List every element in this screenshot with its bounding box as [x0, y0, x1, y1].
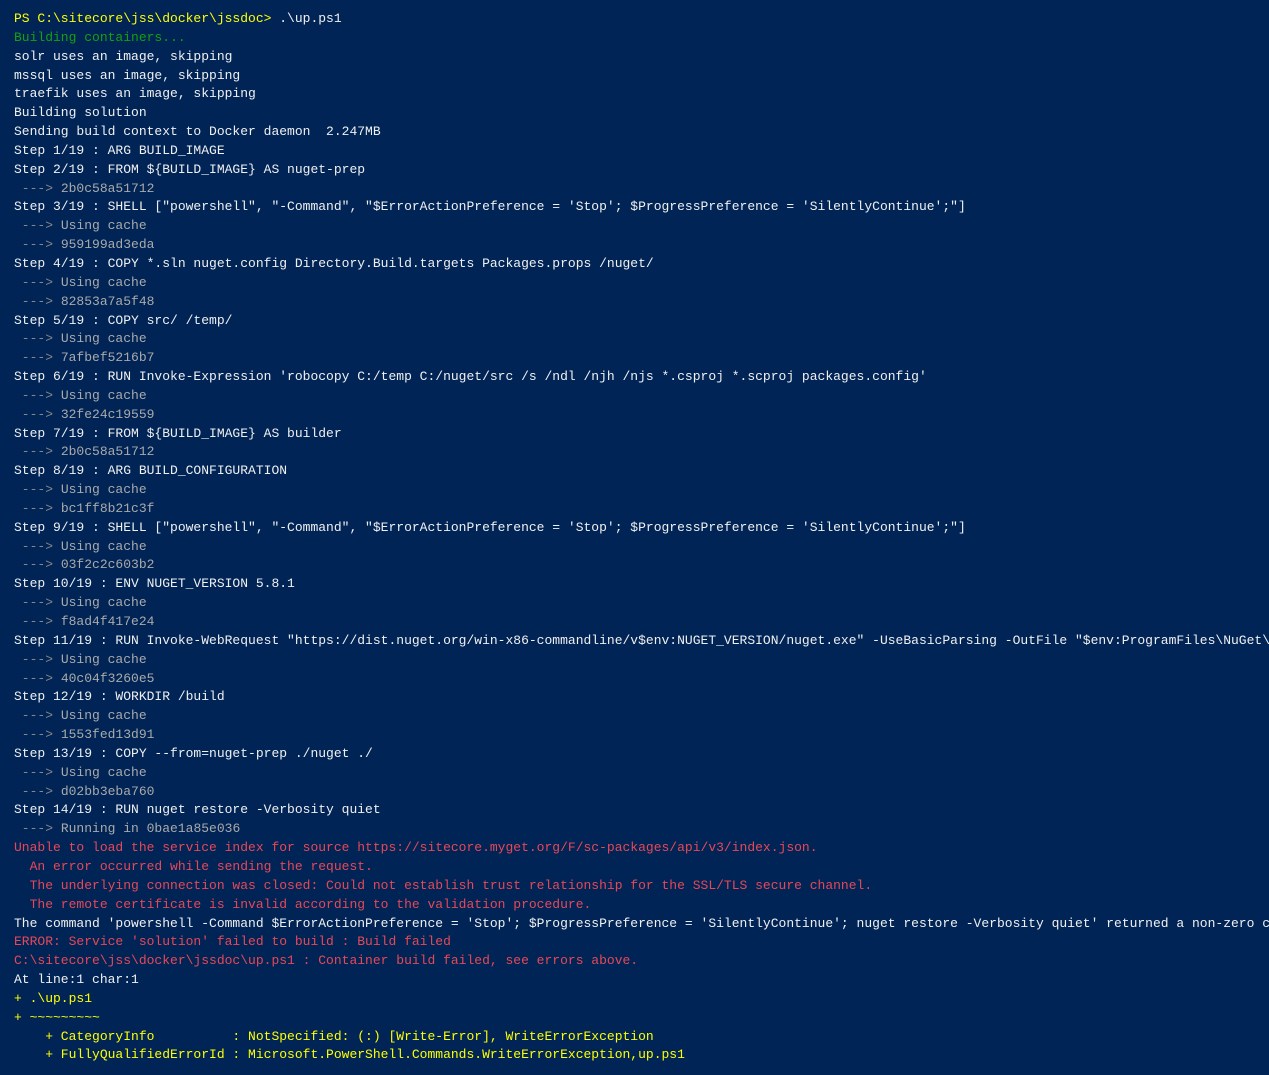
terminal-line: The remote certificate is invalid accord…: [14, 896, 1255, 915]
terminal-line: Building containers...: [14, 29, 1255, 48]
terminal-line: ERROR: Service 'solution' failed to buil…: [14, 933, 1255, 952]
terminal-line: Step 9/19 : SHELL ["powershell", "-Comma…: [14, 519, 1255, 538]
terminal-line: ---> Running in 0bae1a85e036: [14, 820, 1255, 839]
terminal-line: ---> d02bb3eba760: [14, 783, 1255, 802]
terminal-line: mssql uses an image, skipping: [14, 67, 1255, 86]
terminal-line: ---> Using cache: [14, 764, 1255, 783]
terminal-line: ---> f8ad4f417e24: [14, 613, 1255, 632]
terminal-line: ---> Using cache: [14, 217, 1255, 236]
terminal-line: ---> Using cache: [14, 387, 1255, 406]
terminal-line: ---> 2b0c58a51712: [14, 443, 1255, 462]
terminal-line: ---> Using cache: [14, 330, 1255, 349]
terminal-line: ---> 1553fed13d91: [14, 726, 1255, 745]
terminal-line: + ~~~~~~~~~: [14, 1009, 1255, 1028]
terminal-line: Step 12/19 : WORKDIR /build: [14, 688, 1255, 707]
terminal-line: At line:1 char:1: [14, 971, 1255, 990]
terminal-line: + .\up.ps1: [14, 990, 1255, 1009]
terminal-line: An error occurred while sending the requ…: [14, 858, 1255, 877]
terminal-line: Step 13/19 : COPY --from=nuget-prep ./nu…: [14, 745, 1255, 764]
terminal-line: Step 3/19 : SHELL ["powershell", "-Comma…: [14, 198, 1255, 217]
terminal-line: ---> 32fe24c19559: [14, 406, 1255, 425]
terminal-line: Step 6/19 : RUN Invoke-Expression 'roboc…: [14, 368, 1255, 387]
terminal-line: solr uses an image, skipping: [14, 48, 1255, 67]
terminal-line: Step 4/19 : COPY *.sln nuget.config Dire…: [14, 255, 1255, 274]
terminal-line: Step 10/19 : ENV NUGET_VERSION 5.8.1: [14, 575, 1255, 594]
terminal-line: ---> 2b0c58a51712: [14, 180, 1255, 199]
terminal-line: + FullyQualifiedErrorId : Microsoft.Powe…: [14, 1046, 1255, 1065]
terminal-line: ---> Using cache: [14, 274, 1255, 293]
terminal-line: + CategoryInfo : NotSpecified: (:) [Writ…: [14, 1028, 1255, 1047]
terminal-line: ---> Using cache: [14, 651, 1255, 670]
terminal-line: Step 14/19 : RUN nuget restore -Verbosit…: [14, 801, 1255, 820]
terminal-line: traefik uses an image, skipping: [14, 85, 1255, 104]
terminal-line: ---> Using cache: [14, 707, 1255, 726]
terminal-line: ---> 959199ad3eda: [14, 236, 1255, 255]
terminal-line: Step 5/19 : COPY src/ /temp/: [14, 312, 1255, 331]
terminal-line: Building solution: [14, 104, 1255, 123]
terminal-line: ---> 40c04f3260e5: [14, 670, 1255, 689]
terminal-line: ---> bc1ff8b21c3f: [14, 500, 1255, 519]
terminal-line: Unable to load the service index for sou…: [14, 839, 1255, 858]
terminal-line: ---> 7afbef5216b7: [14, 349, 1255, 368]
terminal-line: PS C:\sitecore\jss\docker\jssdoc> .\up.p…: [14, 10, 1255, 29]
terminal-line: ---> Using cache: [14, 481, 1255, 500]
terminal-line: Sending build context to Docker daemon 2…: [14, 123, 1255, 142]
terminal-line: The underlying connection was closed: Co…: [14, 877, 1255, 896]
terminal-window: PS C:\sitecore\jss\docker\jssdoc> .\up.p…: [14, 10, 1255, 1065]
terminal-line: C:\sitecore\jss\docker\jssdoc\up.ps1 : C…: [14, 952, 1255, 971]
terminal-line: Step 2/19 : FROM ${BUILD_IMAGE} AS nuget…: [14, 161, 1255, 180]
terminal-line: ---> 03f2c2c603b2: [14, 556, 1255, 575]
terminal-line: The command 'powershell -Command $ErrorA…: [14, 915, 1255, 934]
terminal-line: Step 1/19 : ARG BUILD_IMAGE: [14, 142, 1255, 161]
terminal-line: Step 8/19 : ARG BUILD_CONFIGURATION: [14, 462, 1255, 481]
terminal-line: Step 7/19 : FROM ${BUILD_IMAGE} AS build…: [14, 425, 1255, 444]
terminal-line: ---> Using cache: [14, 594, 1255, 613]
terminal-line: Step 11/19 : RUN Invoke-WebRequest "http…: [14, 632, 1255, 651]
terminal-line: ---> Using cache: [14, 538, 1255, 557]
terminal-line: ---> 82853a7a5f48: [14, 293, 1255, 312]
